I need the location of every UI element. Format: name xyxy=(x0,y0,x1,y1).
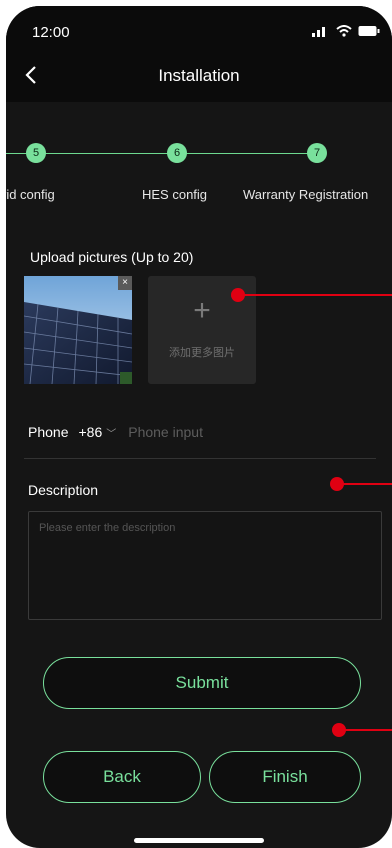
step-6-label: HES config xyxy=(142,187,208,202)
description-label: Description xyxy=(28,482,99,498)
phone-label: Phone xyxy=(28,424,69,440)
annotation-line xyxy=(339,729,392,731)
signal-icon xyxy=(312,27,325,37)
submit-button[interactable]: Submit xyxy=(43,657,361,709)
step-connector xyxy=(6,153,28,154)
step-7-label: Warranty Registration xyxy=(243,187,369,202)
description-input[interactable] xyxy=(28,511,382,620)
step-6-circle[interactable]: 6 xyxy=(167,143,187,163)
step-7-circle[interactable]: 7 xyxy=(307,143,327,163)
battery-icon xyxy=(358,26,380,36)
page-title: Installation xyxy=(158,66,240,85)
phone-input[interactable] xyxy=(128,424,279,440)
phone-row: Phone +86 ﹀ xyxy=(28,424,279,440)
divider xyxy=(24,458,376,459)
add-photo-label: 添加更多图片 xyxy=(169,347,235,359)
chevron-down-icon[interactable]: ﹀ xyxy=(106,425,116,440)
back-button[interactable]: Back xyxy=(43,751,201,803)
status-time: 12:00 xyxy=(32,24,70,41)
annotation-line xyxy=(238,294,392,296)
step-5-circle[interactable]: 5 xyxy=(26,143,46,163)
finish-button[interactable]: Finish xyxy=(209,751,361,803)
country-code-select[interactable]: +86 xyxy=(78,424,102,440)
wifi-icon xyxy=(336,25,352,37)
annotation-line xyxy=(337,483,392,485)
solar-panel-photo xyxy=(24,276,132,384)
top-bar: 12:00 Installation xyxy=(6,6,392,102)
step-5-label: rid config xyxy=(6,187,55,202)
upload-title: Upload pictures (Up to 20) xyxy=(30,249,194,265)
uploaded-photo[interactable]: × xyxy=(24,276,132,384)
phone-screen: 12:00 Installation 5 6 7 rid config HES … xyxy=(6,6,392,848)
status-icons xyxy=(312,25,380,37)
step-connector xyxy=(186,153,308,154)
home-indicator[interactable] xyxy=(134,838,264,843)
step-connector xyxy=(44,153,168,154)
remove-photo-button[interactable]: × xyxy=(118,276,132,290)
